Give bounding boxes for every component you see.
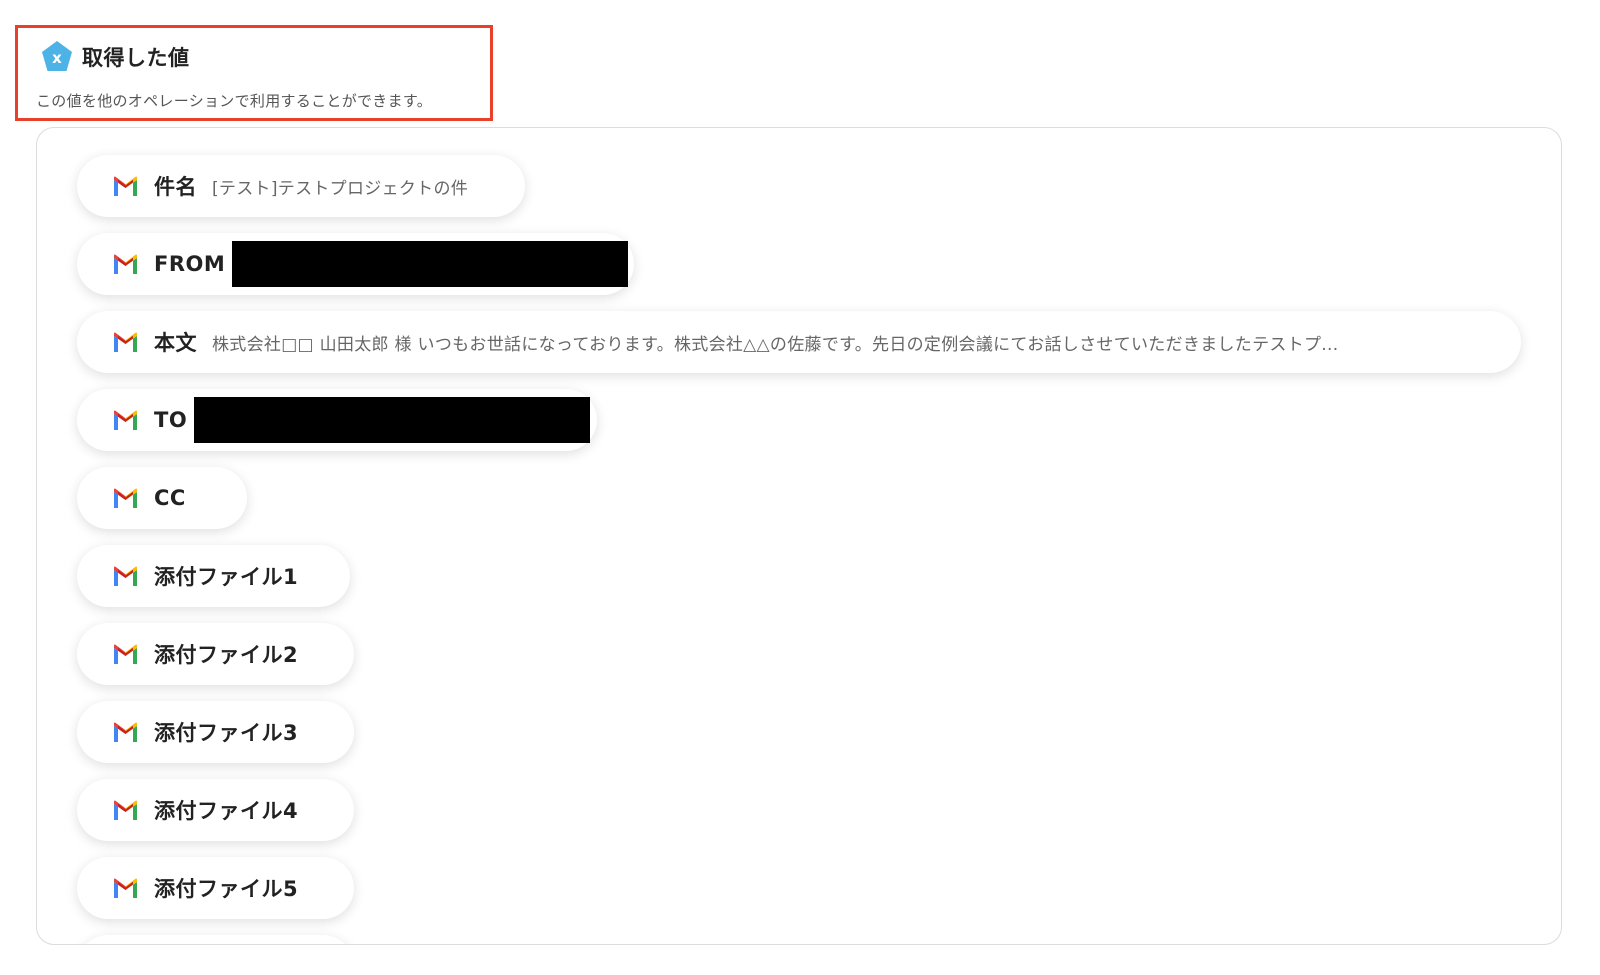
gmail-icon (112, 488, 139, 508)
value-pill-attachment-5[interactable]: 添付ファイル5 (77, 857, 354, 919)
redacted-value (232, 241, 629, 287)
field-label: 添付ファイル2 (154, 643, 299, 667)
value-pill-attachment-1[interactable]: 添付ファイル1 (77, 545, 350, 607)
field-label: 添付ファイル1 (154, 565, 299, 589)
value-pill-attachment-2[interactable]: 添付ファイル2 (77, 623, 354, 685)
field-label: FROM (154, 252, 226, 276)
field-label: 件名 (154, 175, 197, 199)
field-label: TO (154, 408, 188, 432)
gmail-icon (112, 878, 139, 898)
values-panel: 件名 [テスト]テストプロジェクトの件 FROM 本文 株式会社□□ 山田太郎 … (36, 127, 1562, 945)
gmail-icon (112, 800, 139, 820)
value-pill-body[interactable]: 本文 株式会社□□ 山田太郎 様 いつもお世話になっております。株式会社△△の佐… (77, 311, 1521, 373)
svg-text:x: x (52, 49, 62, 67)
redacted-value (194, 397, 591, 443)
value-pill-from[interactable]: FROM (77, 233, 634, 295)
field-label: 添付ファイル3 (154, 721, 299, 745)
gmail-icon (112, 722, 139, 742)
gmail-icon (112, 644, 139, 664)
header-description: この値を他のオペレーションで利用することができます。 (36, 92, 433, 110)
field-label: CC (154, 486, 186, 510)
value-pill-attachment-3[interactable]: 添付ファイル3 (77, 701, 354, 763)
header-title: 取得した値 (82, 46, 190, 70)
gmail-icon (112, 410, 139, 430)
value-pill-subject[interactable]: 件名 [テスト]テストプロジェクトの件 (77, 155, 525, 217)
gmail-icon (112, 254, 139, 274)
field-label: 本文 (154, 331, 197, 355)
x-variable-icon: x (42, 41, 72, 71)
value-pill-attachment-4[interactable]: 添付ファイル4 (77, 779, 354, 841)
gmail-icon (112, 332, 139, 352)
gmail-icon (112, 176, 139, 196)
retrieved-values-header: x 取得した値 この値を他のオペレーションで利用することができます。 (15, 25, 493, 121)
field-value: [テスト]テストプロジェクトの件 (212, 178, 469, 199)
value-pill-cc[interactable]: CC (77, 467, 247, 529)
value-pill-partial[interactable] (77, 935, 354, 944)
field-value: 株式会社□□ 山田太郎 様 いつもお世話になっております。株式会社△△の佐藤です… (212, 334, 1339, 355)
field-label: 添付ファイル5 (154, 877, 299, 901)
field-label: 添付ファイル4 (154, 799, 299, 823)
value-pill-to[interactable]: TO (77, 389, 597, 451)
gmail-icon (112, 566, 139, 586)
